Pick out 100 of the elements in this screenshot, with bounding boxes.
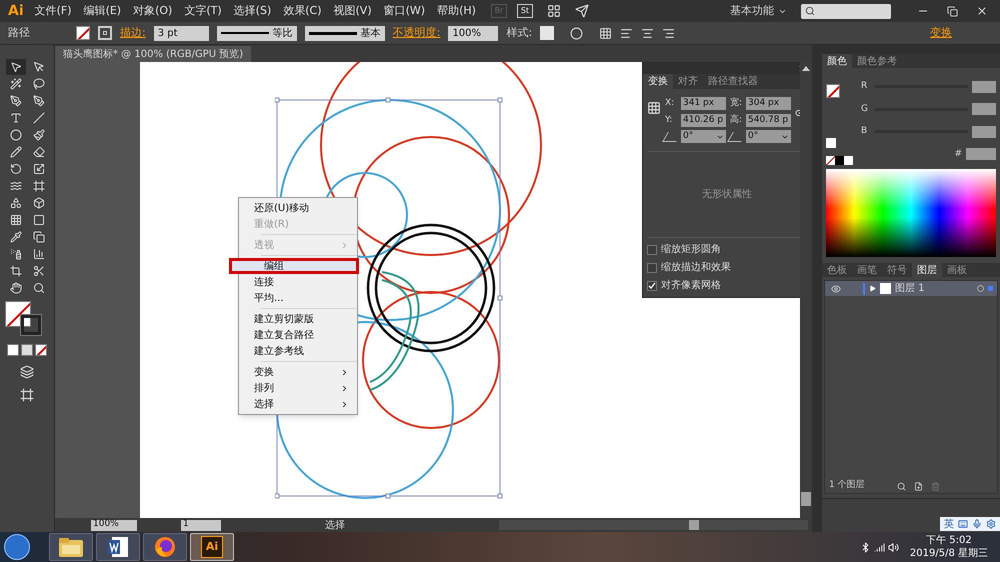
variable-width-profile[interactable]: 等比 xyxy=(216,26,297,40)
new-layer-icon[interactable] xyxy=(914,482,923,490)
taskbar-app[interactable]: Ai xyxy=(190,533,234,561)
microphone-icon[interactable] xyxy=(972,519,982,529)
stroke-link[interactable]: 描边: xyxy=(120,24,146,42)
checkbox[interactable] xyxy=(647,244,657,254)
brush-definition[interactable]: 基本 xyxy=(304,26,385,40)
menu-item[interactable]: 编辑(E) xyxy=(78,2,126,20)
input-field[interactable]: 304 px xyxy=(746,97,791,110)
menu-item[interactable]: 选择 xyxy=(251,396,357,412)
blend-tool-icon[interactable] xyxy=(32,231,44,243)
search-field[interactable] xyxy=(801,4,891,18)
fill-color-swatch[interactable] xyxy=(826,84,840,98)
scale-tool-icon[interactable] xyxy=(32,163,44,175)
menu-item[interactable]: 选择(S) xyxy=(228,2,276,20)
checkbox[interactable] xyxy=(647,280,657,290)
panel-tab[interactable]: 画笔 xyxy=(852,263,882,277)
zoom-field[interactable]: 100% xyxy=(91,520,137,530)
ime-mode-label[interactable]: 英 xyxy=(944,516,954,532)
opacity-field[interactable]: 100% xyxy=(448,26,498,40)
free-transform-tool-icon[interactable] xyxy=(32,180,44,192)
layer-row[interactable]: 图层 1 xyxy=(825,281,997,296)
type-tool-icon[interactable] xyxy=(10,112,22,124)
bluetooth-icon[interactable] xyxy=(860,542,871,552)
panel-tab[interactable]: 颜色 xyxy=(822,54,852,68)
volume-icon[interactable] xyxy=(888,542,899,552)
clock[interactable]: 下午 5:02 2019/5/8 星期三 xyxy=(902,534,996,560)
lasso-tool-icon[interactable] xyxy=(32,78,44,90)
menu-item[interactable]: 平均... xyxy=(251,290,357,306)
zoom-tool-icon[interactable] xyxy=(32,282,44,294)
menu-item[interactable]: 建立复合路径 xyxy=(251,327,357,343)
panel-tab[interactable]: 色板 xyxy=(822,263,852,277)
input-method-bar[interactable]: 英 xyxy=(940,517,1000,531)
gradient-tool-icon[interactable] xyxy=(32,214,44,226)
app-launcher-button[interactable]: St xyxy=(516,4,533,18)
gradient-mode-button[interactable] xyxy=(21,344,33,356)
input-field[interactable]: 410.26 p xyxy=(681,114,726,127)
scrollbar-thumb[interactable] xyxy=(801,492,811,506)
menu-item[interactable]: 变换 xyxy=(251,364,357,380)
eyedropper-tool-icon[interactable] xyxy=(10,231,22,243)
menu-item[interactable]: 还原(U)移动 xyxy=(251,200,357,216)
menu-item[interactable]: 效果(C) xyxy=(278,2,327,20)
mesh-tool-icon[interactable] xyxy=(10,214,22,226)
pen-tool-icon[interactable] xyxy=(10,95,22,107)
menu-item[interactable]: 帮助(H) xyxy=(432,2,481,20)
align-center-icon[interactable] xyxy=(641,26,654,40)
menu-item[interactable]: 文件(F) xyxy=(30,2,77,20)
menu-item[interactable]: 编组 xyxy=(229,258,359,274)
search-icon[interactable] xyxy=(896,482,906,490)
color-swatch[interactable] xyxy=(835,156,844,165)
out-of-gamut-swatch[interactable] xyxy=(826,138,836,148)
restore-icon[interactable] xyxy=(947,6,958,16)
line-tool-icon[interactable] xyxy=(32,112,44,124)
curvature-tool-icon[interactable] xyxy=(32,95,44,107)
stroke-color-swatch[interactable] xyxy=(21,315,41,335)
menu-item[interactable]: 连接 xyxy=(251,274,357,290)
hex-field[interactable] xyxy=(966,148,996,160)
direct-selection-tool-icon[interactable] xyxy=(32,61,44,73)
graph-tool-icon[interactable] xyxy=(32,248,44,260)
align-right-icon[interactable] xyxy=(662,26,676,40)
selection-tool[interactable] xyxy=(6,59,26,75)
layer-name[interactable]: 图层 1 xyxy=(895,281,973,296)
panel-tab[interactable]: 符号 xyxy=(882,263,912,277)
visibility-toggle[interactable] xyxy=(829,282,843,294)
eraser-tool-icon[interactable] xyxy=(32,146,44,158)
reference-point-icon[interactable] xyxy=(599,26,612,40)
angle-dropdown[interactable]: 0° xyxy=(681,130,726,143)
keyboard-icon[interactable] xyxy=(958,519,968,529)
menu-item[interactable]: 建立参考线 xyxy=(251,343,357,359)
target-icon[interactable] xyxy=(977,285,984,292)
channel-value-field[interactable] xyxy=(972,103,996,116)
angle-dropdown[interactable]: 0° xyxy=(746,130,791,143)
horizontal-scrollbar[interactable] xyxy=(499,520,808,530)
screen-mode-icon[interactable] xyxy=(20,388,34,402)
paintbrush-tool-icon[interactable] xyxy=(32,129,44,141)
menu-item[interactable]: 建立剪切蒙版 xyxy=(251,311,357,327)
panel-tab[interactable]: 颜色参考 xyxy=(852,54,902,68)
color-mode-button[interactable] xyxy=(7,344,19,356)
taskbar-app[interactable] xyxy=(96,533,140,561)
panel-tab[interactable]: 画板 xyxy=(942,263,972,277)
workspace-switcher[interactable]: 基本功能 xyxy=(730,2,787,20)
panel-tab[interactable]: 图层 xyxy=(912,263,942,277)
channel-value-field[interactable] xyxy=(972,80,996,93)
start-button[interactable] xyxy=(4,534,30,560)
color-spectrum[interactable] xyxy=(826,169,996,257)
transform-link[interactable]: 变换 xyxy=(930,24,952,42)
stroke-weight-field[interactable]: 3 pt xyxy=(154,26,209,40)
none-swatch[interactable] xyxy=(826,156,835,165)
fill-swatch[interactable] xyxy=(76,26,90,40)
stroke-swatch[interactable] xyxy=(98,26,112,40)
expand-arrow-icon[interactable] xyxy=(869,285,876,292)
ellipse-tool-icon[interactable] xyxy=(10,129,22,141)
rotate-tool-icon[interactable] xyxy=(10,163,22,175)
arrange-documents-icon[interactable] xyxy=(546,4,561,18)
magic-wand-tool-icon[interactable] xyxy=(10,78,22,90)
perspective-tool-icon[interactable] xyxy=(32,197,44,209)
slice-tool-icon[interactable] xyxy=(32,265,44,277)
checkbox[interactable] xyxy=(647,262,657,272)
settings-icon[interactable] xyxy=(986,519,996,529)
drawing-modes-icon[interactable] xyxy=(20,365,34,379)
